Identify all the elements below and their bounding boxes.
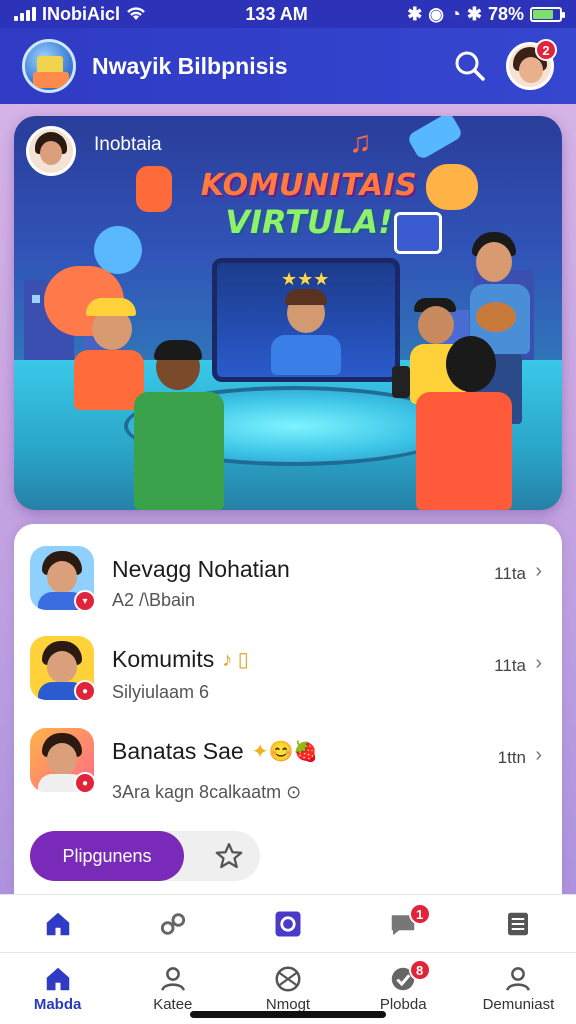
account-icon xyxy=(506,967,531,991)
notification-badge: 2 xyxy=(535,39,557,61)
record-icon xyxy=(275,911,301,936)
alarm-icon: ◉ xyxy=(428,3,444,24)
battery-fill xyxy=(533,9,554,19)
bluetooth-icon-2: ✱ xyxy=(466,3,482,24)
tab-messages-secondary[interactable]: 1 xyxy=(346,895,461,952)
clock: 133 AM xyxy=(245,3,308,24)
feed-title: Banatas Sae xyxy=(112,738,244,764)
primary-pill-button[interactable]: Plipgunens xyxy=(30,831,184,881)
feed-list: ▾ Nevagg Nohatian A2 /\Bbain 11ta › ● Ko… xyxy=(14,524,562,896)
feed-badge-icon: ● xyxy=(74,772,96,794)
emoji-bubble-icon xyxy=(136,166,172,212)
tab-community[interactable]: Demuniast xyxy=(461,953,576,1024)
battery-icon xyxy=(530,6,565,22)
app-logo[interactable] xyxy=(22,39,76,93)
document-icon xyxy=(508,912,529,935)
tab-notes[interactable] xyxy=(461,895,576,952)
hero-headline: KOMUNITAIS VIRTULA! xyxy=(174,168,444,241)
app-header: Nwayik Bilbpnisis 2 xyxy=(0,28,576,104)
list-item[interactable]: ● Komumits ♪ ▯ Silyiulaam 6 11ta › xyxy=(14,624,562,716)
list-item[interactable]: ▾ Nevagg Nohatian A2 /\Bbain 11ta › xyxy=(14,532,562,624)
feed-time: 11ta xyxy=(494,656,526,675)
search-icon xyxy=(455,51,485,81)
feed-emoji: ♪ ▯ xyxy=(222,649,249,671)
wifi-icon xyxy=(127,7,145,20)
app-title: Nwayik Bilbpnisis xyxy=(92,52,288,79)
hero-label: Inobtaia xyxy=(94,134,162,155)
feed-subtitle: 3Ara kagn 8calkaatm ⊙ xyxy=(112,782,302,802)
share-bubble-icon xyxy=(94,226,142,274)
tab-home-secondary[interactable] xyxy=(0,895,115,952)
tab-home[interactable]: Mabda xyxy=(0,953,115,1024)
feed-badge-icon: ● xyxy=(74,680,96,702)
feed-time: 11ta xyxy=(494,564,526,583)
home-icon xyxy=(46,912,69,935)
home-icon xyxy=(46,967,69,991)
secondary-tab-bar: 1 xyxy=(0,894,576,952)
feed-time: 1ttn xyxy=(497,748,526,767)
tab-label: Katee xyxy=(153,996,193,1013)
hero-headline-line2: VIRTULA! xyxy=(225,203,393,241)
battery-percent: 78% xyxy=(487,3,524,24)
tag-icon xyxy=(406,116,464,161)
profile-avatar[interactable]: 2 xyxy=(506,39,557,90)
hero-user-avatar[interactable] xyxy=(26,126,76,176)
star-icon[interactable] xyxy=(214,841,244,871)
feed-emoji: ✦😊🍓 xyxy=(251,741,319,763)
person-red-illustration xyxy=(392,336,516,510)
chat-badge: 1 xyxy=(408,903,431,925)
hero-banner[interactable]: Inobtaia ♫ KOMUNITAIS VIRTULA! ★★★ xyxy=(14,116,562,510)
activity-badge: 8 xyxy=(408,959,431,981)
carrier-label: INobiAicl xyxy=(42,3,121,24)
feed-subtitle: A2 /\Bbain xyxy=(112,590,196,610)
feed-badge-icon: ▾ xyxy=(74,590,96,612)
search-button[interactable] xyxy=(448,44,492,88)
tab-label: Plobda xyxy=(379,996,427,1013)
link-icon xyxy=(160,912,185,935)
bluetooth-icon: ✱ xyxy=(407,3,423,24)
home-indicator[interactable] xyxy=(190,1011,386,1018)
hero-headline-line1: KOMUNITAIS xyxy=(200,168,418,203)
tab-label: Demuniast xyxy=(482,996,555,1013)
music-note-icon: ♫ xyxy=(349,126,372,159)
tab-stream[interactable] xyxy=(230,895,345,952)
list-item[interactable]: ● Banatas Sae ✦😊🍓 3Ara kagn 8calkaatm ⊙ … xyxy=(14,718,562,810)
feed-title: Komumits xyxy=(112,646,215,672)
person-green-illustration xyxy=(134,340,274,510)
chevron-right-icon: › xyxy=(535,744,542,766)
chevron-right-icon: › xyxy=(535,560,542,582)
status-bar: INobiAicl 133 AM ✱ ◉ ◔ ✱ 78% xyxy=(0,0,576,28)
action-pill-group: Plipgunens xyxy=(30,831,260,881)
globe-icon xyxy=(275,966,301,992)
feed-subtitle: Silyiulaam 6 xyxy=(112,682,210,702)
person-icon xyxy=(160,967,185,991)
sync-icon: ◔ xyxy=(450,3,461,24)
feed-title: Nevagg Nohatian xyxy=(112,556,290,582)
chevron-right-icon: › xyxy=(535,652,542,674)
tab-connect[interactable] xyxy=(115,895,230,952)
tab-label: Mabda xyxy=(33,996,82,1013)
signal-icon xyxy=(14,7,36,21)
